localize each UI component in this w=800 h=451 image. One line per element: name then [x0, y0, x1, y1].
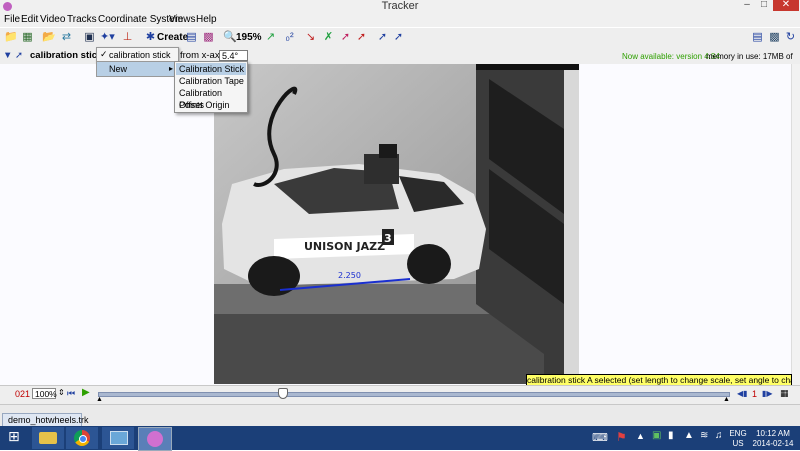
network-icon[interactable]: ▲ — [684, 430, 694, 441]
position-icon[interactable]: ✗ — [322, 31, 335, 44]
acceleration-icon[interactable]: ➚ — [355, 31, 368, 44]
path-icon[interactable]: ↘ — [304, 31, 317, 44]
file-tab[interactable]: demo_hotwheels.trk — [2, 413, 89, 426]
menu-views[interactable]: Views — [169, 14, 196, 26]
track-dropdown-icon[interactable]: ▼ — [3, 50, 12, 62]
new-submenu: Calibration Stick Calibration Tape Calib… — [174, 61, 248, 113]
menu-bar: File Edit Video Tracks Coordinate System… — [0, 13, 800, 27]
new-menu-item[interactable]: New ▸ — [96, 61, 178, 77]
submenu-arrow-icon: ▸ — [169, 64, 174, 73]
play-icon[interactable]: ▶ — [82, 387, 90, 398]
video-frame[interactable]: UNISON JAZZ 3 2.250 — [214, 64, 579, 384]
zoom-icon[interactable]: 🔍 — [223, 31, 237, 44]
volume-icon[interactable]: ♫ — [715, 430, 723, 441]
frame-number[interactable]: 021 — [15, 389, 30, 399]
properties-icon[interactable]: ▩ — [768, 31, 781, 44]
clip-settings-icon[interactable]: ▣ — [83, 31, 96, 44]
chrome-icon[interactable] — [66, 427, 98, 449]
xmass-icon[interactable]: ➚ — [376, 31, 389, 44]
file-tab-bar — [0, 404, 800, 427]
flag-icon[interactable]: ⚑ — [616, 430, 627, 444]
frame-slider[interactable] — [98, 392, 730, 397]
vertical-scrollbar[interactable] — [791, 64, 800, 385]
check-icon: ✓ — [100, 49, 108, 59]
start-marker-icon[interactable]: ▲ — [96, 396, 103, 403]
menu-edit[interactable]: Edit — [21, 14, 38, 26]
calibration-stick-icon: ➚ — [15, 50, 23, 61]
keyboard-icon[interactable]: ⌨ — [592, 431, 608, 444]
menu-item-calibration-points[interactable]: Calibration Points — [176, 87, 246, 110]
app-tray-icon[interactable]: ▣ — [652, 430, 661, 441]
menu-tracks[interactable]: Tracks — [67, 14, 97, 26]
new-menu-label: New — [109, 64, 128, 74]
track-control-icon[interactable]: ▩ — [202, 31, 215, 44]
refresh-icon[interactable]: ↻ — [784, 31, 797, 44]
tracker-taskbar-icon[interactable] — [138, 427, 172, 451]
save-icon[interactable]: ▦ — [21, 31, 34, 44]
calibration-tools-icon[interactable]: ✦▾ — [100, 31, 115, 44]
angle-input[interactable]: 5.4° — [219, 50, 248, 61]
notes-icon[interactable]: ▤ — [751, 31, 764, 44]
input-language[interactable]: ENG — [728, 429, 748, 438]
remote-desktop-icon[interactable] — [102, 427, 134, 449]
create-button[interactable]: Create — [157, 32, 188, 44]
maximize-button[interactable]: □ — [757, 0, 771, 11]
zoom-level[interactable]: 195% — [236, 32, 262, 44]
close-button[interactable]: ✕ — [773, 0, 799, 11]
power-icon[interactable]: ▮ — [668, 430, 674, 441]
clock-date[interactable]: 2014-02-14 — [752, 439, 794, 448]
axes-icon[interactable]: ⊥ — [121, 31, 134, 44]
toolbar: 📁 ▦ 📂 ⇄ ▣ ✦▾ ⊥ ✱ Create ▤ ▩ 🔍 195% ↗ ₀² … — [0, 28, 800, 49]
menu-item-offset-origin[interactable]: Offset Origin — [176, 99, 246, 111]
menu-item-calibration-tape[interactable]: Calibration Tape — [176, 75, 246, 87]
wifi-icon[interactable]: ≋ — [700, 430, 708, 441]
open-folder-icon[interactable]: 📁 — [4, 31, 18, 44]
svg-text:3: 3 — [384, 232, 392, 245]
track-list-icon[interactable]: ▤ — [185, 31, 198, 44]
menu-item-calibration-stick[interactable]: Calibration Stick — [176, 63, 246, 75]
video-image: UNISON JAZZ 3 2.250 — [214, 64, 579, 384]
input-region[interactable]: US — [728, 439, 748, 448]
frame-slider-knob[interactable] — [278, 388, 288, 399]
calibration-stick-length[interactable]: 2.250 — [338, 271, 361, 280]
show-hidden-icons[interactable]: ▲ — [636, 431, 645, 441]
velocity-icon[interactable]: ➚ — [339, 31, 352, 44]
labels-icon[interactable]: ₀² — [283, 31, 296, 44]
step-back-icon[interactable]: ◀▮ — [737, 389, 748, 398]
start-windows-icon[interactable]: ⊞ — [8, 428, 20, 445]
minimize-button[interactable]: – — [740, 0, 754, 11]
import-icon[interactable]: 📂 — [42, 31, 56, 44]
clock-time[interactable]: 10:12 AM — [752, 429, 794, 438]
reset-icon[interactable]: ⏮ — [67, 388, 75, 399]
zoom-input[interactable]: 100% — [32, 388, 57, 399]
create-icon[interactable]: ✱ — [144, 31, 157, 44]
export-icon[interactable]: ⇄ — [60, 31, 73, 44]
title-bar: Tracker – □ ✕ — [0, 0, 800, 14]
menu-help[interactable]: Help — [196, 14, 217, 26]
window-title: Tracker — [381, 0, 419, 12]
end-marker-icon[interactable]: ▲ — [723, 396, 730, 403]
mass-icon[interactable]: ➚ — [392, 31, 405, 44]
menu-video[interactable]: Video — [40, 14, 65, 26]
trails-icon[interactable]: ↗ — [264, 31, 277, 44]
zoom-spinner-icon[interactable]: ⇕ — [58, 388, 65, 397]
file-explorer-icon[interactable] — [32, 427, 64, 449]
menu-file[interactable]: File — [4, 14, 20, 26]
player-settings-icon[interactable]: ▦ — [780, 388, 789, 399]
step-forward-icon[interactable]: ▮▶ — [762, 389, 773, 398]
step-size[interactable]: 1 — [752, 389, 757, 399]
svg-text:UNISON JAZZ: UNISON JAZZ — [304, 240, 385, 253]
